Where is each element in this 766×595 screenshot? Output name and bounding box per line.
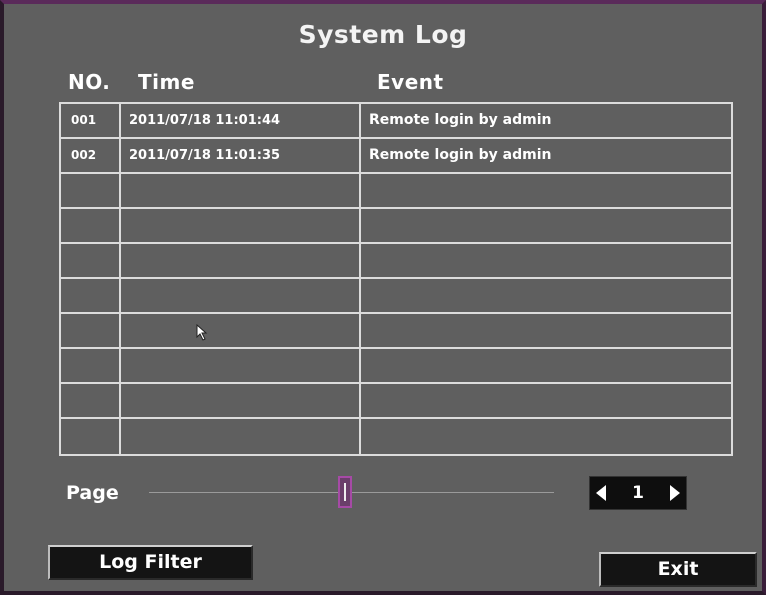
page-title: System Log — [298, 20, 468, 49]
table-row — [61, 244, 731, 279]
table-row — [61, 314, 731, 349]
column-header-event: Event — [377, 70, 444, 94]
page-selector: 1 — [589, 476, 687, 510]
page-label: Page — [66, 482, 119, 504]
page-slider-thumb[interactable] — [338, 476, 352, 508]
log-table: 001 2011/07/18 11:01:44 Remote login by ad… — [59, 102, 733, 456]
mouse-cursor-icon — [196, 324, 208, 341]
table-row — [61, 209, 731, 244]
column-header-no: NO. — [68, 70, 111, 94]
table-row — [61, 349, 731, 384]
next-page-arrow-icon[interactable] — [670, 485, 680, 501]
log-number-cell: 002 — [71, 148, 97, 162]
exit-button[interactable]: Exit — [599, 552, 757, 587]
system-log-screen: System Log NO. Time Event 001 2011/07/18 … — [0, 0, 766, 595]
log-time-cell: 2011/07/18 11:01:35 — [129, 148, 281, 163]
log-time-cell: 2011/07/18 11:01:44 — [129, 113, 281, 128]
table-row — [61, 384, 731, 419]
log-event-cell: Remote login by admin — [369, 112, 552, 128]
table-row — [61, 174, 731, 209]
table-row — [61, 419, 731, 454]
table-row — [61, 279, 731, 314]
column-header-time: Time — [138, 70, 195, 94]
log-event-cell: Remote login by admin — [369, 147, 552, 163]
table-row: 001 2011/07/18 11:01:44 Remote login by ad… — [61, 104, 731, 139]
table-row: 002 2011/07/18 11:01:35 Remote login by ad… — [61, 139, 731, 174]
log-number-cell: 001 — [71, 113, 97, 127]
log-filter-button[interactable]: Log Filter — [48, 545, 253, 580]
